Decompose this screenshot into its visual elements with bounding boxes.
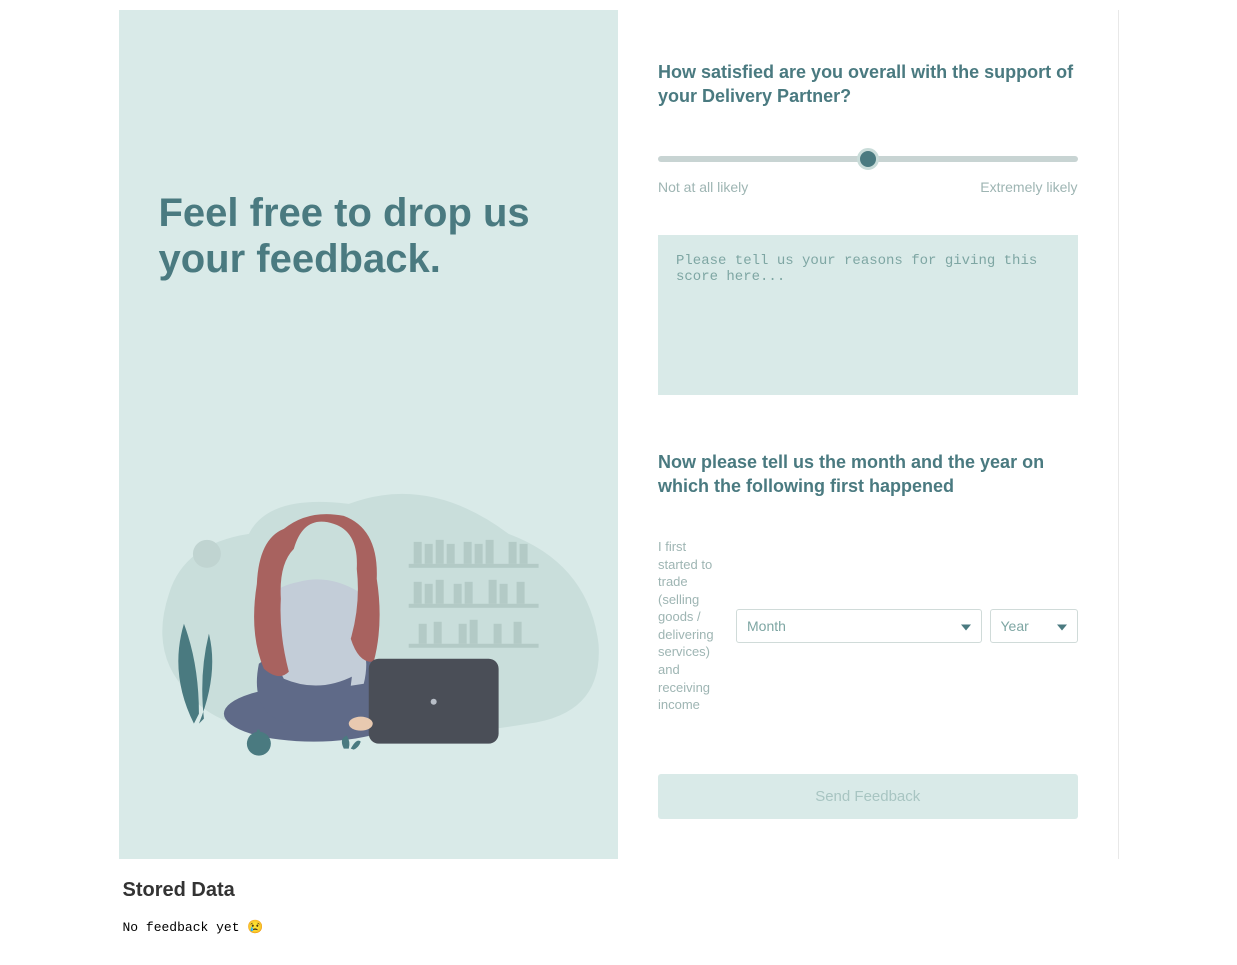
slider-min-label: Not at all likely — [658, 179, 748, 195]
month-select[interactable]: Month — [737, 610, 981, 642]
feedback-card: Feel free to drop us your feedback. — [119, 10, 1119, 859]
stored-heading: Stored Data — [123, 879, 1115, 902]
date-row-label: I first started to trade (selling goods … — [658, 538, 728, 713]
reason-textarea[interactable] — [658, 235, 1078, 395]
year-select-wrap: Year — [990, 609, 1078, 643]
headline: Feel free to drop us your feedback. — [159, 190, 579, 282]
date-row: I first started to trade (selling goods … — [658, 538, 1078, 713]
left-panel: Feel free to drop us your feedback. — [119, 10, 619, 859]
sad-emoji-icon: 😢 — [247, 920, 263, 935]
slider-labels: Not at all likely Extremely likely — [658, 179, 1078, 195]
slider-wrap — [658, 149, 1078, 167]
satisfaction-slider[interactable] — [658, 156, 1078, 162]
slider-max-label: Extremely likely — [980, 179, 1077, 195]
right-panel: How satisfied are you overall with the s… — [618, 10, 1119, 859]
month-select-wrap: Month — [736, 609, 982, 643]
question-satisfaction: How satisfied are you overall with the s… — [658, 60, 1078, 109]
stored-empty-message: No feedback yet 😢 — [123, 920, 1115, 935]
send-feedback-button[interactable]: Send Feedback — [658, 774, 1078, 819]
stored-data-section: Stored Data No feedback yet 😢 — [119, 879, 1119, 965]
woman-laptop-illustration — [129, 414, 609, 779]
year-select[interactable]: Year — [991, 610, 1077, 642]
question-date: Now please tell us the month and the yea… — [658, 450, 1078, 499]
